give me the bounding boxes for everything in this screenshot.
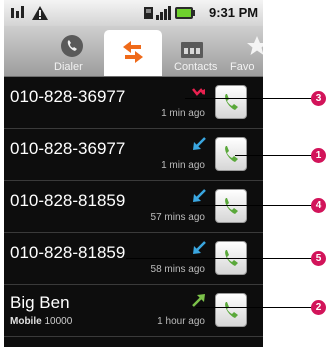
contacts-icon (181, 42, 203, 58)
callout-badge-5: 5 (311, 251, 326, 266)
call-number: 010-828-36977 (10, 139, 126, 158)
callout-line-5 (126, 258, 315, 259)
phone-call-icon (225, 302, 238, 318)
callout-badge-4: 4 (311, 198, 326, 213)
call-time-ago: 1 hour ago (157, 316, 205, 327)
phone-screen: 9:31 PM Dialer Contacts Favo 010-828-369… (4, 0, 263, 347)
callout-line-4 (190, 205, 315, 206)
call-back-button[interactable] (215, 85, 247, 119)
call-number: 010-828-36977 (10, 87, 126, 106)
callout-badge-1: 1 (311, 148, 326, 163)
call-time-ago: 57 mins ago (150, 212, 205, 223)
tab-contacts-label: Contacts (174, 61, 218, 73)
call-log-icon (123, 41, 143, 63)
phone-call-icon (225, 94, 238, 110)
tab-call-log[interactable] (104, 30, 162, 76)
phone-call-icon (225, 198, 238, 214)
contact-name: Big Ben (10, 293, 70, 312)
contact-number: 10000 (44, 316, 73, 327)
callout-line-2 (196, 307, 315, 308)
call-number: 010-828-81859 (10, 243, 126, 262)
call-log-row[interactable]: Big Ben Mobile 10000 1 hour ago (4, 285, 263, 337)
number-type-label: Mobile (10, 316, 42, 327)
call-back-button[interactable] (215, 137, 247, 171)
outgoing-call-icon (192, 294, 205, 307)
phone-handset-icon (61, 35, 83, 57)
missed-call-icon (192, 88, 205, 96)
callout-line-3 (185, 98, 315, 99)
callout-line-1 (235, 155, 315, 156)
callout-badge-2: 2 (311, 300, 326, 315)
star-icon (247, 36, 263, 55)
callout-badge-3: 3 (311, 91, 326, 106)
signal-battery-icon (144, 6, 195, 20)
call-log-row[interactable]: 010-828-36977 1 min ago (4, 77, 263, 129)
incoming-call-icon (193, 137, 206, 150)
tab-contacts[interactable]: Contacts (162, 30, 222, 76)
call-back-button[interactable] (215, 293, 247, 327)
tab-bar: Dialer Contacts Favo (4, 26, 263, 77)
call-log-row-partial (4, 337, 263, 347)
tab-dialer-label: Dialer (54, 61, 83, 73)
call-back-button[interactable] (215, 189, 247, 223)
call-time-ago: 1 min ago (161, 108, 205, 119)
call-time-ago: 58 mins ago (150, 264, 205, 275)
call-time-ago: 1 min ago (161, 160, 205, 171)
usb-debug-icon (11, 6, 48, 20)
call-log-row[interactable]: 010-828-81859 57 mins ago (4, 181, 263, 233)
contact-number-line: Mobile 10000 (10, 316, 72, 327)
call-number: 010-828-81859 (10, 191, 126, 210)
incoming-call-icon (193, 189, 206, 202)
call-log-row[interactable]: 010-828-81859 58 mins ago (4, 233, 263, 285)
incoming-call-icon (193, 241, 206, 254)
phone-call-icon (225, 146, 238, 162)
tab-dialer[interactable]: Dialer (4, 30, 104, 76)
tab-favorites[interactable]: Favo (222, 30, 263, 76)
call-log-row[interactable]: 010-828-36977 1 min ago (4, 129, 263, 181)
status-icons: 9:31 PM (144, 4, 262, 22)
clock: 9:31 PM (209, 5, 259, 20)
status-bar: 9:31 PM (4, 0, 263, 26)
tab-favorites-label: Favo (230, 61, 255, 73)
